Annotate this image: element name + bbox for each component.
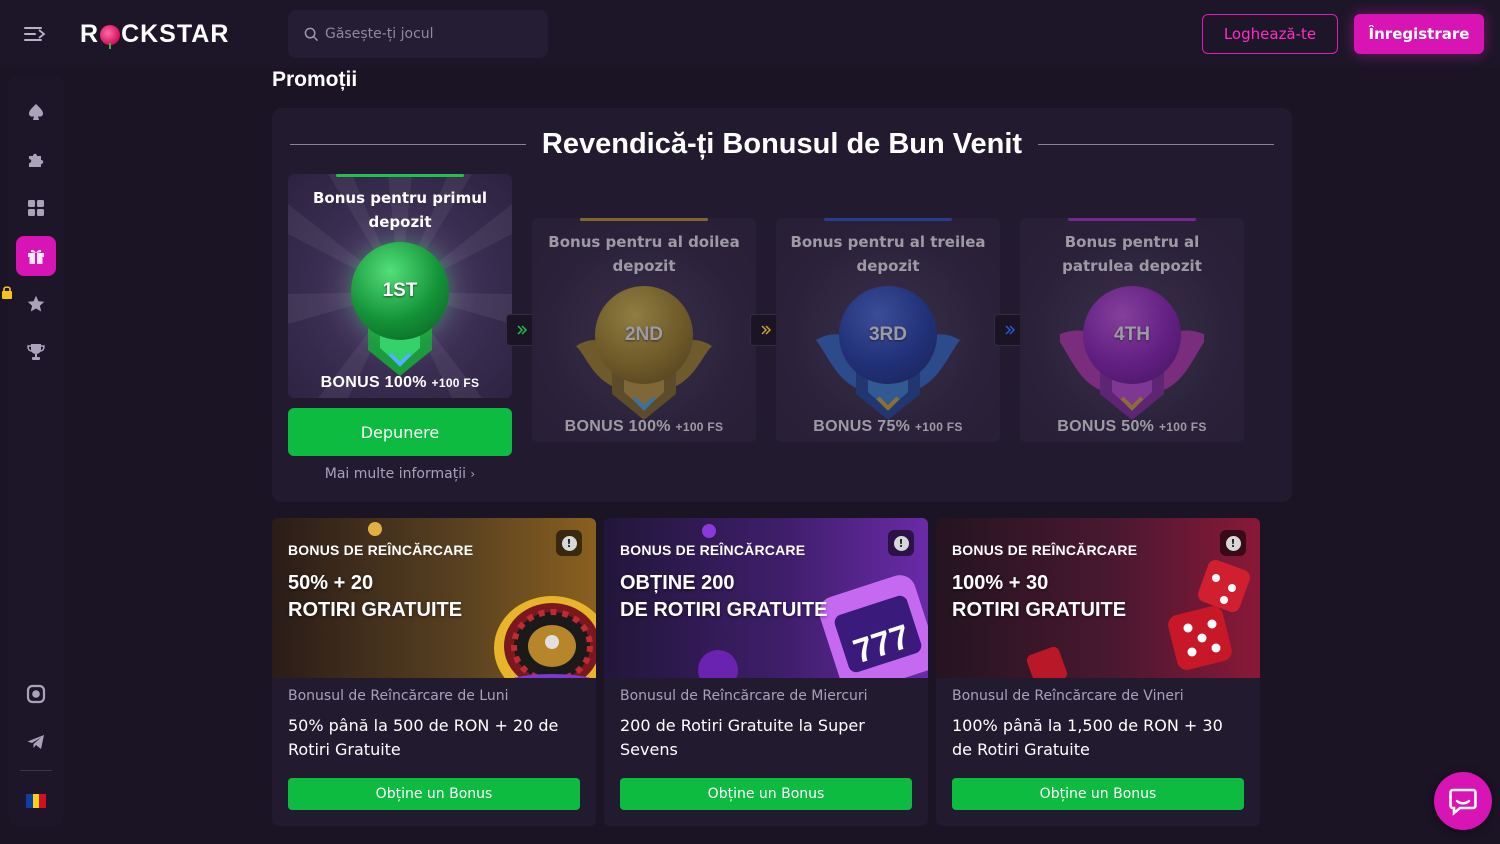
info-icon[interactable]: ! [556, 530, 582, 556]
menu-toggle-icon[interactable] [24, 24, 46, 44]
login-button[interactable]: Loghează-te [1202, 14, 1338, 54]
promo-tag: BONUS DE REÎNCĂRCARE [620, 542, 806, 558]
romania-flag-icon[interactable] [26, 794, 47, 808]
deposit-card-amount: BONUS 100% +100 FS [320, 374, 480, 391]
rockstar-logo[interactable]: R CKSTAR [80, 20, 229, 49]
info-icon[interactable]: ! [888, 530, 914, 556]
lock-icon [2, 286, 12, 299]
double-chevron-right-icon [517, 325, 528, 335]
card-accent-bar [336, 174, 464, 177]
grid-icon[interactable] [16, 188, 56, 228]
double-chevron-right-icon [1005, 325, 1016, 335]
deposit-card-3[interactable]: Bonus pentru al treilea depozit 3RD BONU… [776, 218, 1000, 442]
sidebar-divider [20, 770, 52, 771]
welcome-title-row: Revendică-ți Bonusul de Bun Venit [290, 126, 1275, 162]
info-icon[interactable]: ! [1220, 530, 1246, 556]
get-bonus-button[interactable]: Obține un Bonus [952, 778, 1244, 810]
title-divider-right [1038, 143, 1275, 145]
register-button[interactable]: Înregistrare [1354, 14, 1484, 54]
small-dice-icon [1025, 645, 1069, 678]
rose-logo-icon [100, 24, 121, 49]
search-icon [304, 27, 319, 41]
puzzle-icon[interactable] [16, 140, 56, 180]
deposit-card-1[interactable]: Bonus pentru primul depozit 1ST BONUS 10… [288, 174, 512, 398]
live-chat-button[interactable] [1434, 772, 1492, 830]
deposit-card-label: Bonus pentru primul depozit [312, 189, 488, 231]
chip-icon [702, 524, 716, 538]
page-title: Promoții [272, 68, 358, 91]
double-chevron-right-icon [761, 325, 772, 335]
promo-subtitle: Bonusul de Reîncărcare de Luni [288, 688, 509, 704]
card-dim-overlay [532, 218, 756, 442]
deposit-button[interactable]: Depunere [288, 408, 512, 456]
sidebar [8, 76, 64, 826]
promo-description: 50% până la 500 de RON + 20 de Rotiri Gr… [288, 716, 559, 759]
welcome-title: Revendică-ți Bonusul de Bun Venit [541, 127, 1023, 160]
trophy-icon[interactable] [16, 332, 56, 372]
welcome-bonus-panel: Revendică-ți Bonusul de Bun Venit Bonus … [272, 108, 1292, 502]
promo-subtitle: Bonusul de Reîncărcare de Vineri [952, 688, 1184, 704]
promo-card-wednesday: 777 BONUS DE REÎNCĂRCARE OBȚINE 200 DE RO… [604, 518, 928, 826]
get-bonus-button[interactable]: Obține un Bonus [288, 778, 580, 810]
search-box[interactable] [288, 10, 548, 58]
deposit-card-4[interactable]: Bonus pentru al patrulea depozit 4TH BON… [1020, 218, 1244, 442]
instagram-icon[interactable] [16, 674, 56, 714]
promo-headline: 50% + 20 ROTIRI GRATUITE [288, 572, 463, 621]
chevron-right-icon: › [470, 467, 476, 481]
chat-bubble-icon [1449, 788, 1477, 816]
chip-icon [698, 650, 738, 678]
promo-tag: BONUS DE REÎNCĂRCARE [952, 542, 1138, 558]
card-dim-overlay [776, 218, 1000, 442]
promo-description: 200 de Rotiri Gratuite la Super Sevens [620, 716, 865, 759]
title-divider-left [290, 143, 526, 145]
promo-banner: BONUS DE REÎNCĂRCARE 50% + 20 ROTIRI GRAT… [272, 518, 596, 678]
promo-description: 100% până la 1,500 de RON + 30 de Rotiri… [952, 716, 1223, 759]
promo-card-friday: BONUS DE REÎNCĂRCARE 100% + 30 ROTIRI GRA… [936, 518, 1260, 826]
coin-icon [368, 522, 382, 536]
top-header: RCKSTAR Loghează-te Înregistrare [0, 0, 1500, 68]
card-dim-overlay [1020, 218, 1244, 442]
search-input[interactable] [325, 26, 525, 42]
promo-tag: BONUS DE REÎNCĂRCARE [288, 542, 474, 558]
deposit-card-2[interactable]: Bonus pentru al doilea depozit 2ND BONUS… [532, 218, 756, 442]
gift-icon[interactable] [16, 236, 56, 276]
get-bonus-button[interactable]: Obține un Bonus [620, 778, 912, 810]
more-info-link[interactable]: Mai multe informații › [288, 466, 512, 482]
telegram-icon[interactable] [16, 722, 56, 762]
promo-subtitle: Bonusul de Reîncărcare de Miercuri [620, 688, 868, 704]
promo-banner: 777 BONUS DE REÎNCĂRCARE OBȚINE 200 DE RO… [604, 518, 928, 678]
promo-banner: BONUS DE REÎNCĂRCARE 100% + 30 ROTIRI GRA… [936, 518, 1260, 678]
star-icon[interactable] [16, 284, 56, 324]
rank-orb: 1ST [351, 242, 449, 340]
promo-headline: OBȚINE 200 DE ROTIRI GRATUITE [620, 572, 828, 621]
promo-headline: 100% + 30 ROTIRI GRATUITE [952, 572, 1127, 621]
promo-card-monday: BONUS DE REÎNCĂRCARE 50% + 20 ROTIRI GRAT… [272, 518, 596, 826]
spade-icon[interactable] [16, 92, 56, 132]
